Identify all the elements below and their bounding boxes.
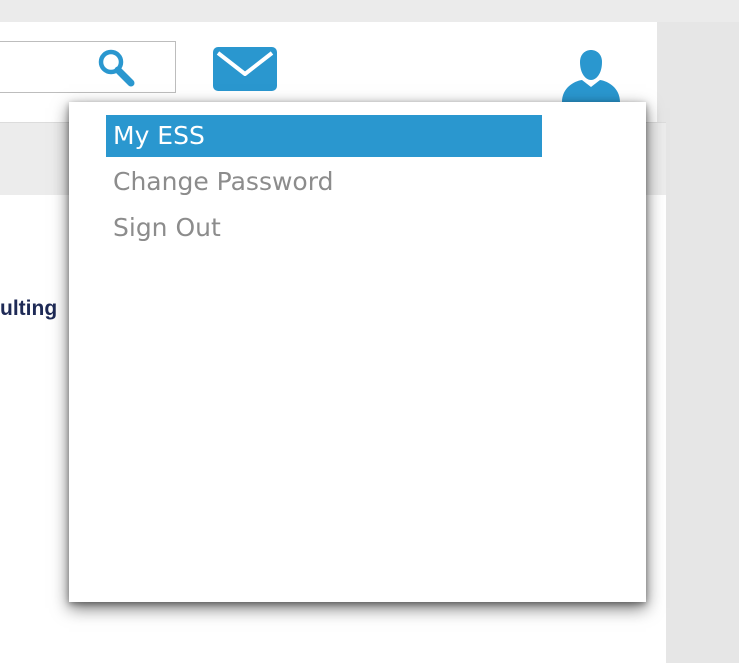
- menu-item-change-password[interactable]: Change Password: [106, 161, 542, 203]
- search-icon[interactable]: [96, 48, 136, 88]
- top-strip: [0, 0, 739, 22]
- user-icon[interactable]: [560, 40, 622, 102]
- search-input[interactable]: [0, 41, 176, 93]
- content-heading-fragment: ulting: [0, 297, 58, 320]
- user-dropdown-menu: My ESS Change Password Sign Out: [69, 102, 646, 602]
- menu-item-sign-out[interactable]: Sign Out: [106, 207, 542, 249]
- mail-icon[interactable]: [212, 46, 278, 92]
- menu-item-my-ess[interactable]: My ESS: [106, 115, 542, 157]
